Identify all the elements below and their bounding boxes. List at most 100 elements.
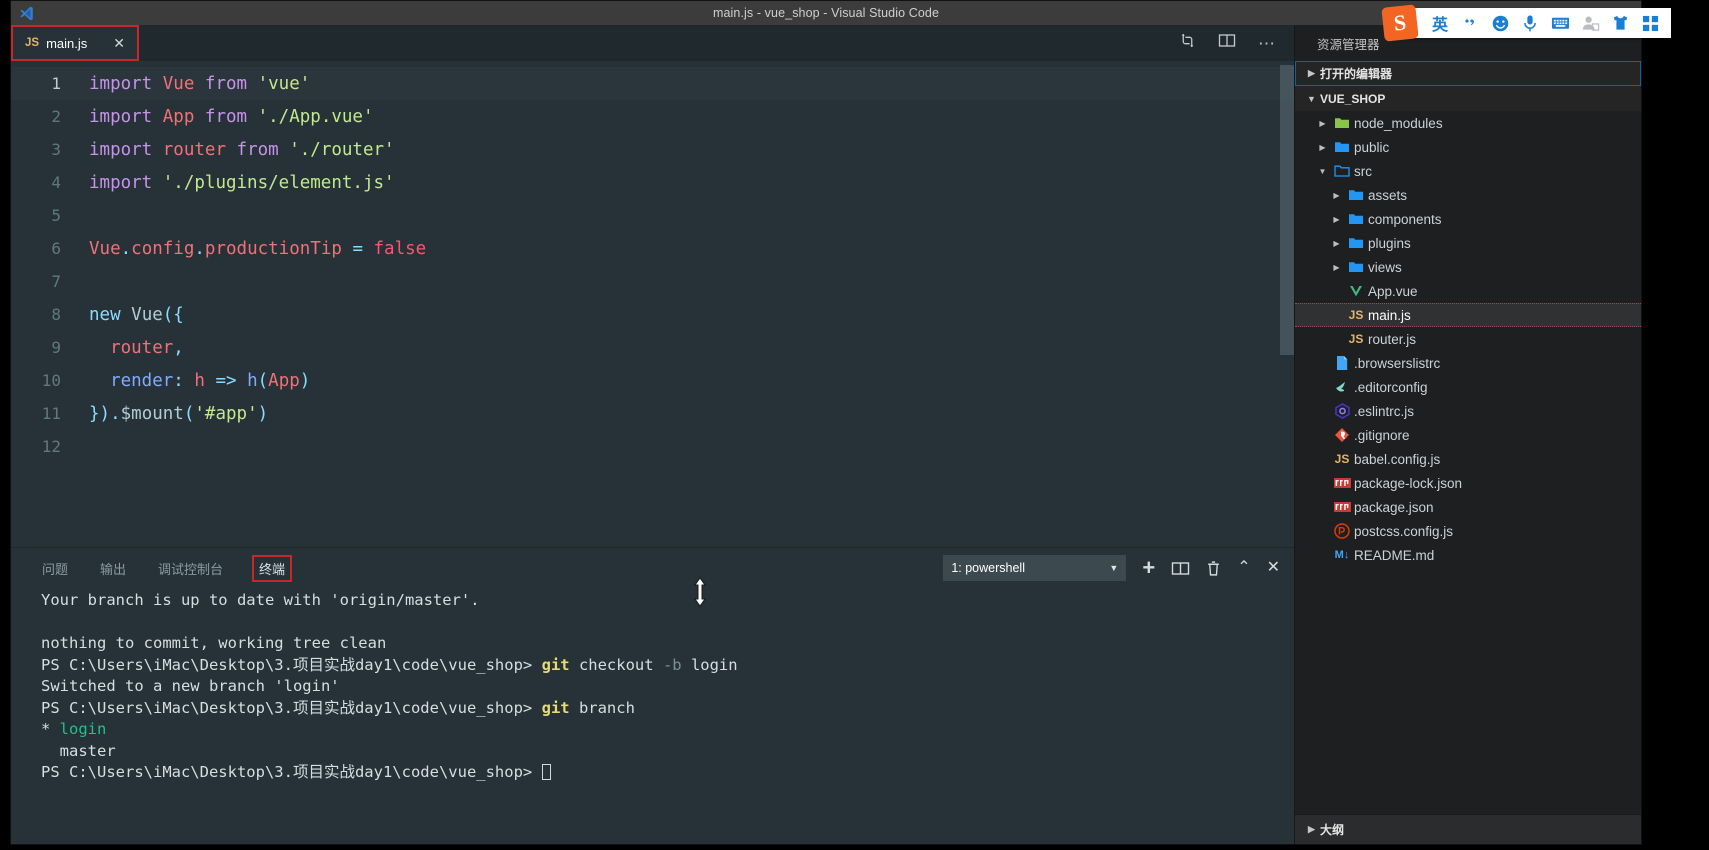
tree-folder-row[interactable]: ▶ plugins — [1295, 231, 1641, 255]
terminal-line: PS C:\Users\iMac\Desktop\3.项目实战day1\code… — [41, 698, 635, 717]
split-compare-icon[interactable] — [1179, 32, 1196, 54]
tree-folder-row[interactable]: ▼ src — [1295, 159, 1641, 183]
tree-item-label: postcss.config.js — [1354, 523, 1454, 539]
sogou-logo-icon[interactable]: S — [1381, 4, 1419, 42]
chevron-right-icon[interactable]: ▶ — [1329, 239, 1344, 248]
workbench-body: JS main.js ✕ ⋯ 1 import Vue from 'vue' 2… — [11, 25, 1641, 844]
tree-folder-row[interactable]: ▶ views — [1295, 255, 1641, 279]
section-open-editors[interactable]: ▶ 打开的编辑器 — [1295, 61, 1641, 86]
tree-file-row[interactable]: JS babel.config.js — [1295, 447, 1641, 471]
tree-file-row[interactable]: .gitignore — [1295, 423, 1641, 447]
tree-file-row[interactable]: .eslintrc.js — [1295, 399, 1641, 423]
explorer-sidebar: 资源管理器 ▶ 打开的编辑器 ▼ VUE_SHOP ▶ node_modules ▶… — [1294, 25, 1641, 844]
chevron-right-icon[interactable]: ▶ — [1315, 119, 1330, 128]
tree-folder-row[interactable]: ▶ node_modules — [1295, 111, 1641, 135]
tree-item-label: assets — [1368, 187, 1408, 203]
terminal-line: PS C:\Users\iMac\Desktop\3.项目实战day1\code… — [41, 655, 738, 674]
folder-icon — [1344, 211, 1368, 227]
tree-item-label: src — [1354, 163, 1372, 179]
vscode-window: main.js - vue_shop - Visual Studio Code … — [10, 0, 1642, 845]
emoji-icon[interactable] — [1485, 8, 1515, 38]
close-icon[interactable]: ✕ — [95, 36, 125, 50]
section-project-label: VUE_SHOP — [1320, 91, 1386, 106]
line-source: new Vue({ — [89, 305, 184, 325]
tree-file-row[interactable]: package.json — [1295, 495, 1641, 519]
chevron-down-icon: ▼ — [1307, 93, 1316, 104]
chevron-right-icon[interactable]: ▶ — [1329, 215, 1344, 224]
language-mode-icon[interactable]: 英 — [1425, 8, 1455, 38]
user-icon[interactable] — [1575, 8, 1605, 38]
terminal-instance-select[interactable]: 1: powershell ▼ — [943, 555, 1127, 581]
line-number: 12 — [41, 437, 61, 456]
skin-icon[interactable] — [1605, 8, 1635, 38]
scrollbar-thumb[interactable] — [1280, 65, 1294, 355]
tree-folder-row[interactable]: ▶ components — [1295, 207, 1641, 231]
tree-item-label: .eslintrc.js — [1354, 403, 1415, 419]
chevron-down-icon: ▼ — [1109, 563, 1119, 573]
left-letterbox — [0, 0, 10, 850]
npm-icon — [1330, 477, 1354, 489]
code-line: 7 — [11, 265, 1294, 298]
folder-icon — [1330, 139, 1354, 155]
code-line: 12 — [11, 430, 1294, 463]
terminal-output[interactable]: Your branch is up to date with 'origin/m… — [11, 588, 1294, 844]
panel-tab-terminal[interactable]: 终端 — [252, 554, 293, 582]
tree-item-label: views — [1368, 259, 1402, 275]
tree-file-row[interactable]: postcss.config.js — [1295, 519, 1641, 543]
section-outline[interactable]: ▶ 大纲 — [1295, 814, 1641, 844]
new-terminal-icon[interactable]: + — [1142, 557, 1155, 579]
js-file-icon: JS — [1334, 452, 1350, 466]
code-line: 5 — [11, 199, 1294, 232]
close-panel-icon[interactable]: ✕ — [1267, 560, 1280, 576]
panel-tab-debug-console[interactable]: 调试控制台 — [155, 557, 226, 580]
tree-file-row[interactable]: package-lock.json — [1295, 471, 1641, 495]
tree-file-row[interactable]: .browserslistrc — [1295, 351, 1641, 375]
panel-tab-problems[interactable]: 问题 — [39, 557, 71, 580]
soft-keyboard-icon[interactable] — [1545, 8, 1575, 38]
sogou-ime-toolbar[interactable]: S 英 — [1381, 4, 1671, 42]
line-source: import Vue from 'vue' — [89, 74, 311, 94]
tree-file-row[interactable]: App.vue — [1295, 279, 1641, 303]
chevron-right-icon[interactable]: ▶ — [1315, 143, 1330, 152]
chevron-down-icon[interactable]: ▼ — [1315, 167, 1330, 176]
tab-main-js[interactable]: JS main.js ✕ — [11, 25, 139, 61]
tree-item-label: components — [1368, 211, 1442, 227]
toolbox-icon[interactable] — [1635, 8, 1665, 38]
chevron-right-icon[interactable]: ▶ — [1329, 263, 1344, 272]
tree-folder-row[interactable]: ▶ public — [1295, 135, 1641, 159]
terminal-line: Switched to a new branch 'login' — [41, 677, 340, 695]
tree-item-label: App.vue — [1368, 283, 1418, 299]
text-file-icon — [1330, 355, 1354, 371]
file-tree[interactable]: ▶ node_modules ▶ public ▼ src ▶ assets ▶ componen… — [1295, 111, 1641, 814]
tree-item-label: package-lock.json — [1354, 475, 1463, 491]
js-file-icon: JS — [1348, 332, 1364, 346]
trash-icon[interactable] — [1206, 560, 1221, 577]
voice-input-icon[interactable] — [1515, 8, 1545, 38]
code-editor[interactable]: 1 import Vue from 'vue' 2 import App from '… — [11, 61, 1294, 547]
section-project-root[interactable]: ▼ VUE_SHOP — [1295, 86, 1641, 111]
line-source: import router from './router' — [89, 140, 395, 160]
editor-actions: ⋯ — [1179, 25, 1294, 61]
chevron-right-icon[interactable]: ▶ — [1329, 191, 1344, 200]
editor-vertical-scrollbar[interactable] — [1280, 61, 1294, 547]
split-terminal-icon[interactable] — [1171, 560, 1190, 577]
tree-item-label: .editorconfig — [1354, 379, 1428, 395]
tree-file-row[interactable]: M↓ README.md — [1295, 543, 1641, 567]
screen-root: main.js - vue_shop - Visual Studio Code … — [0, 0, 1709, 850]
punctuation-icon[interactable] — [1455, 8, 1485, 38]
vscode-logo-icon — [11, 5, 41, 22]
panel-tab-output[interactable]: 输出 — [97, 557, 129, 580]
tree-item-label: babel.config.js — [1354, 451, 1441, 467]
tree-file-row[interactable]: JS router.js — [1295, 327, 1641, 351]
terminal-line: PS C:\Users\iMac\Desktop\3.项目实战day1\code… — [41, 762, 1294, 784]
maximize-panel-icon[interactable]: ⌃ — [1237, 560, 1250, 576]
more-actions-icon[interactable]: ⋯ — [1258, 35, 1276, 52]
line-source: render: h => h(App) — [110, 371, 311, 391]
tree-folder-row[interactable]: ▶ assets — [1295, 183, 1641, 207]
terminal-instance-label: 1: powershell — [951, 561, 1025, 575]
tree-file-row[interactable]: JS main.js — [1295, 303, 1641, 327]
split-editor-icon[interactable] — [1218, 32, 1236, 54]
tab-label: main.js — [46, 35, 88, 51]
tree-file-row[interactable]: .editorconfig — [1295, 375, 1641, 399]
